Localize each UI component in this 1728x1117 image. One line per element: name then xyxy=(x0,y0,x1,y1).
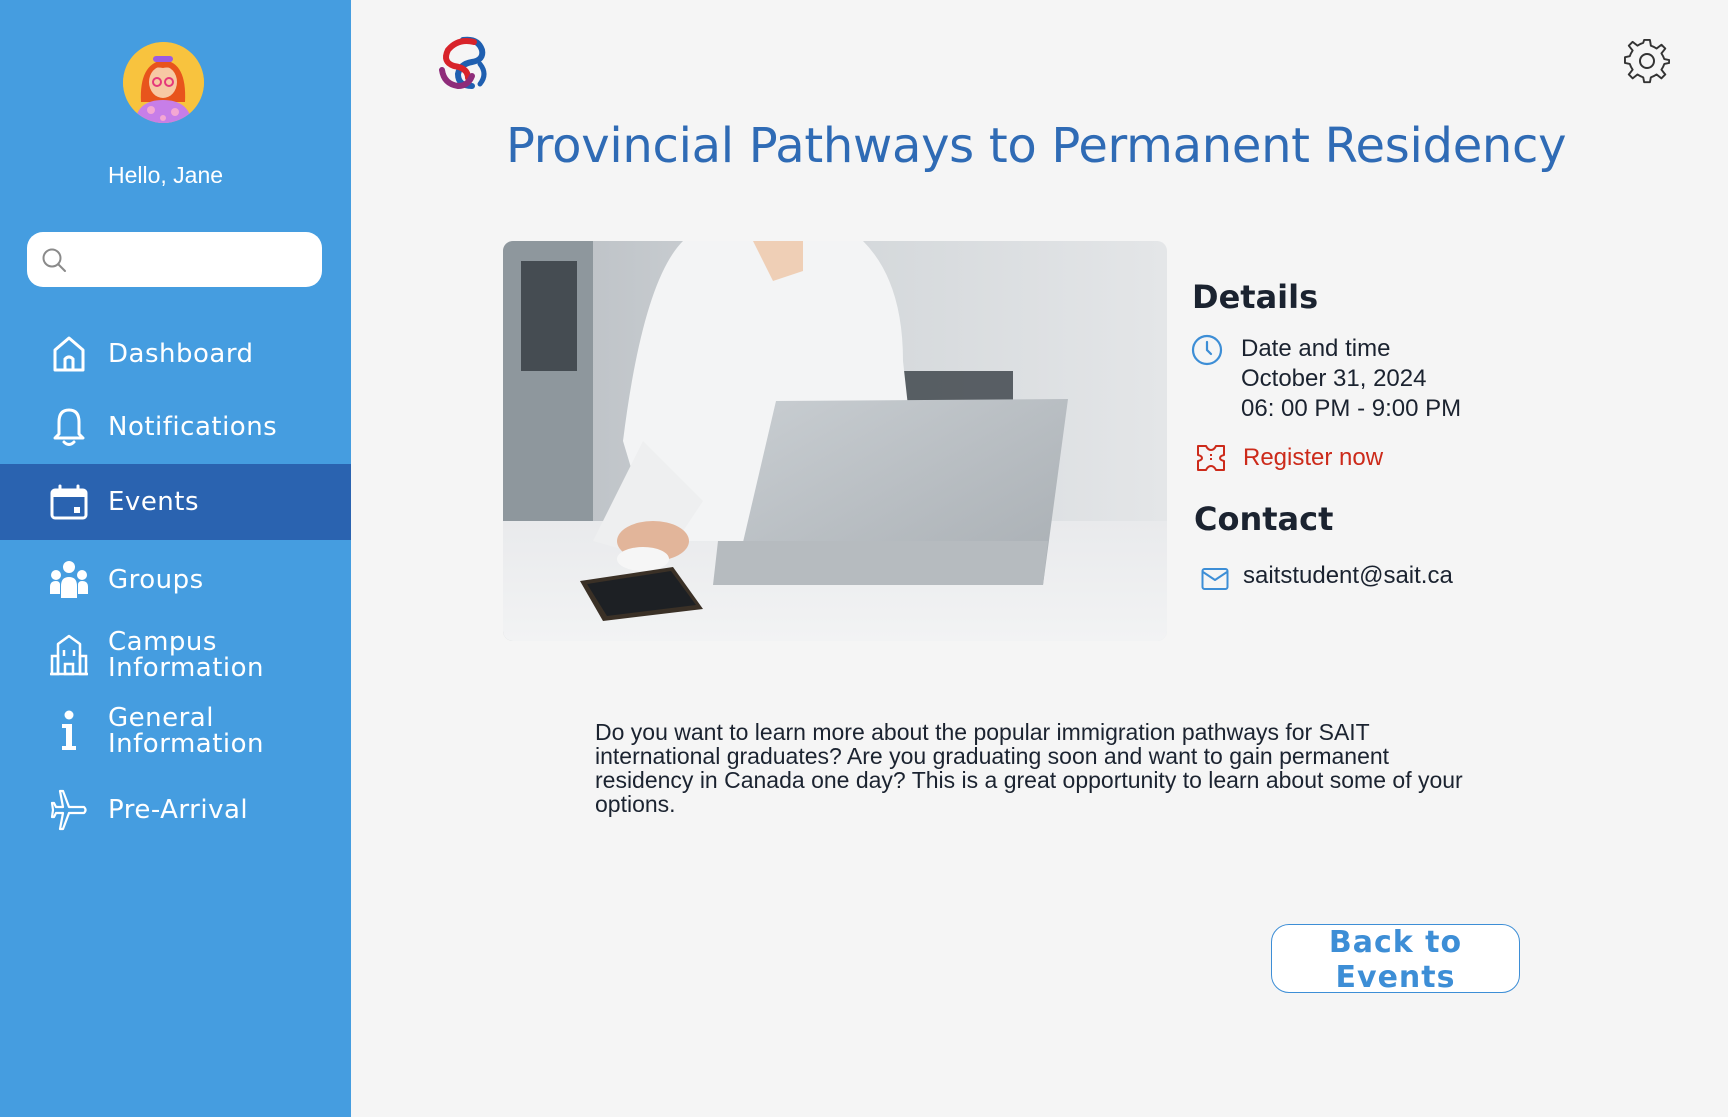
sidebar-item-label: Events xyxy=(108,487,200,517)
sidebar-item-label: Dashboard xyxy=(108,339,254,369)
search-box[interactable] xyxy=(27,232,322,287)
sidebar-item-notifications[interactable]: Notifications xyxy=(0,389,351,465)
event-description: Do you want to learn more about the popu… xyxy=(595,719,1463,817)
sidebar-item-label: Campus Information xyxy=(108,627,265,683)
ticket-icon xyxy=(1197,445,1225,471)
sidebar-item-groups[interactable]: Groups xyxy=(0,542,351,618)
sidebar-item-label: Groups xyxy=(108,565,204,595)
mail-icon xyxy=(1201,568,1229,590)
search-input[interactable] xyxy=(75,240,314,280)
event-image xyxy=(503,241,1167,641)
sidebar-item-general-information[interactable]: General Information xyxy=(0,693,351,769)
contact-heading: Contact xyxy=(1194,500,1334,538)
event-date: October 31, 2024 xyxy=(1241,365,1427,392)
sidebar-item-label: General Information xyxy=(108,703,265,759)
info-icon xyxy=(48,710,90,752)
sidebar-item-pre-arrival[interactable]: Pre-Arrival xyxy=(0,772,351,848)
clock-icon xyxy=(1191,334,1223,366)
user-greeting: Hello, Jane xyxy=(107,162,224,188)
building-icon xyxy=(48,634,90,676)
bell-icon xyxy=(48,406,90,448)
sidebar-item-dashboard[interactable]: Dashboard xyxy=(0,316,351,392)
search-icon xyxy=(42,248,66,272)
avatar[interactable] xyxy=(123,42,204,123)
sidebar-item-label: Notifications xyxy=(108,412,278,442)
event-datetime: Date and time October 31, 2024 06: 00 PM… xyxy=(1241,334,1461,424)
home-icon xyxy=(48,333,90,375)
sidebar-item-events[interactable]: Events xyxy=(0,464,351,540)
details-heading: Details xyxy=(1192,278,1319,316)
page-title: Provincial Pathways to Permanent Residen… xyxy=(506,118,1567,174)
calendar-icon xyxy=(48,481,90,523)
sidebar-item-label: Pre-Arrival xyxy=(108,795,249,825)
sidebar-item-campus-information[interactable]: Campus Information xyxy=(0,617,351,693)
contact-email-link[interactable]: saitstudent@sait.ca xyxy=(1243,562,1453,590)
datetime-label: Date and time xyxy=(1241,335,1391,362)
back-to-events-button[interactable]: Back to Events xyxy=(1271,924,1520,995)
group-icon xyxy=(48,559,90,601)
register-now-link[interactable]: Register now xyxy=(1243,444,1383,472)
app-logo[interactable] xyxy=(434,34,492,92)
sidebar: Hello, Jane Dashboard Notifications Even… xyxy=(0,0,351,1117)
event-time: 06: 00 PM - 9:00 PM xyxy=(1241,395,1462,422)
settings-gear-icon[interactable] xyxy=(1624,38,1671,84)
airplane-icon xyxy=(48,789,90,831)
